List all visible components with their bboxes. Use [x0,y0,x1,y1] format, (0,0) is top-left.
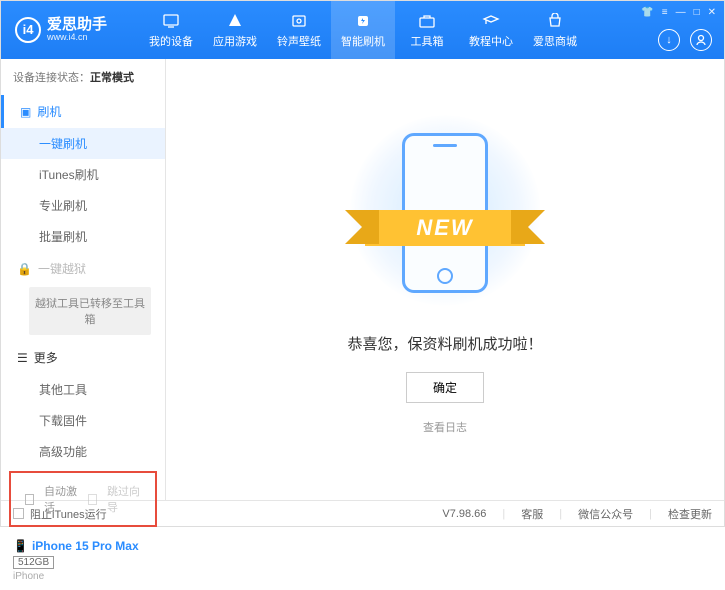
sidebar-item-oneclick[interactable]: 一键刷机 [1,128,165,159]
ringtone-icon [289,12,309,30]
flash-section-icon: ▣ [20,105,31,119]
view-log-link[interactable]: 查看日志 [423,419,467,435]
device-type: iPhone [13,571,153,582]
sidebar: 设备连接状态：正常模式 ▣ 刷机 一键刷机 iTunes刷机 专业刷机 批量刷机… [1,59,166,500]
apps-icon [225,12,245,30]
shop-icon [545,12,565,30]
nav-ringtone[interactable]: 铃声壁纸 [267,1,331,59]
ok-button[interactable]: 确定 [406,372,484,403]
sidebar-item-other[interactable]: 其他工具 [1,374,165,405]
nav-my-device[interactable]: 我的设备 [139,1,203,59]
sidebar-item-pro[interactable]: 专业刷机 [1,190,165,221]
top-nav: 我的设备 应用游戏 铃声壁纸 智能刷机 工具箱 教程中心 爱思商城 [139,1,587,59]
block-itunes-label: 阻止iTunes运行 [30,506,107,522]
success-message: 恭喜您，保资料刷机成功啦！ [347,333,542,354]
app-header: i4 爱思助手 www.i4.cn 我的设备 应用游戏 铃声壁纸 智能刷机 工具… [1,1,724,59]
nav-tutorial[interactable]: 教程中心 [459,1,523,59]
window-controls: 👕 ≡ — □ ✕ [641,7,716,18]
nav-apps[interactable]: 应用游戏 [203,1,267,59]
version-label: V7.98.66 [442,508,486,520]
sidebar-item-firmware[interactable]: 下载固件 [1,405,165,436]
footer-link-wechat[interactable]: 微信公众号 [578,506,633,522]
phone-icon: 📱 [13,539,28,553]
menu-icon[interactable]: ≡ [662,7,668,18]
close-icon[interactable]: ✕ [708,7,716,18]
nav-flash[interactable]: 智能刷机 [331,1,395,59]
toolbox-icon [417,12,437,30]
lock-icon: 🔒 [17,262,32,276]
skin-icon[interactable]: 👕 [641,7,653,18]
nav-toolbox[interactable]: 工具箱 [395,1,459,59]
connection-status: 设备连接状态：正常模式 [1,59,165,95]
jailbreak-note: 越狱工具已转移至工具箱 [29,287,151,335]
sidebar-item-advanced[interactable]: 高级功能 [1,436,165,467]
logo-icon: i4 [15,17,41,43]
app-url: www.i4.cn [47,33,107,43]
footer-link-update[interactable]: 检查更新 [668,506,712,522]
skip-wizard-checkbox[interactable] [88,494,97,505]
sidebar-item-batch[interactable]: 批量刷机 [1,221,165,252]
minimize-icon[interactable]: — [676,7,686,18]
tutorial-icon [481,12,501,30]
main-content: NEW 恭喜您，保资料刷机成功啦！ 确定 查看日志 [166,59,724,500]
app-title: 爱思助手 [47,17,107,34]
nav-shop[interactable]: 爱思商城 [523,1,587,59]
sidebar-section-more[interactable]: ☰ 更多 [1,341,165,374]
logo-area: i4 爱思助手 www.i4.cn [1,17,121,43]
user-button[interactable] [690,29,712,51]
block-itunes-checkbox[interactable] [13,508,24,519]
sidebar-section-jailbreak: 🔒 一键越狱 [1,252,165,285]
footer-link-support[interactable]: 客服 [521,506,543,522]
success-illustration: NEW [370,125,520,315]
sidebar-section-flash[interactable]: ▣ 刷机 [1,95,165,128]
download-button[interactable]: ↓ [658,29,680,51]
maximize-icon[interactable]: □ [694,7,700,18]
storage-badge: 512GB [13,556,54,569]
more-section-icon: ☰ [17,351,28,365]
device-icon [161,12,181,30]
sidebar-item-itunes[interactable]: iTunes刷机 [1,159,165,190]
new-ribbon: NEW [365,210,525,246]
flash-icon [353,12,373,30]
auto-activate-checkbox[interactable] [25,494,34,505]
device-info[interactable]: 📱 iPhone 15 Pro Max 512GB iPhone [1,531,165,590]
